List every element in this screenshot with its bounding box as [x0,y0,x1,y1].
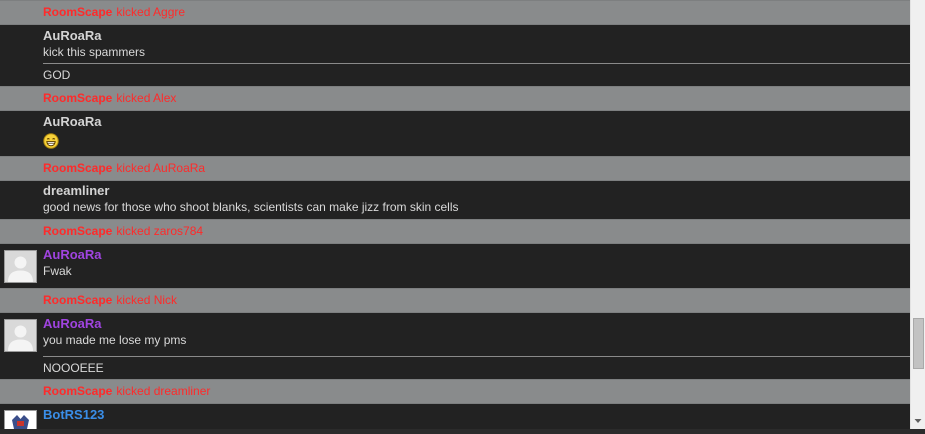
default-avatar[interactable] [4,319,37,352]
event-action: kicked AuRoaRa [116,161,206,175]
message-row: dreamliner good news for those who shoot… [0,181,910,219]
message-username[interactable]: AuRoaRa [43,316,910,332]
event-actor[interactable]: RoomScape [43,293,112,307]
event-actor[interactable]: RoomScape [43,161,112,175]
event-action: kicked Alex [116,91,177,105]
message-text: you made me lose my pms [43,333,187,347]
message-row: AuRoaRa kick this spammers GOD [0,25,910,86]
scrollbar-thumb[interactable] [913,318,924,369]
kick-event-row: RoomScape kicked Nick [0,288,910,313]
message-text: kick this spammers [43,45,146,59]
event-actor[interactable]: RoomScape [43,91,112,105]
message-row: AuRoaRa [0,111,910,156]
message-text: Fwak [43,264,72,278]
message-username[interactable]: dreamliner [43,183,910,199]
message-username[interactable]: AuRoaRa [43,247,910,263]
message-text: good news for those who shoot blanks, sc… [43,200,459,214]
bot-avatar[interactable] [4,410,37,429]
kick-event-row: RoomScape kicked dreamliner [0,379,910,404]
chat-log[interactable]: RoomScape kicked Aggre AuRoaRa kick this … [0,0,910,429]
message-username[interactable]: AuRoaRa [43,28,910,44]
event-action: kicked zaros784 [116,224,204,238]
event-action: kicked dreamliner [116,384,211,398]
default-avatar[interactable] [4,250,37,283]
event-actor[interactable]: RoomScape [43,384,112,398]
kick-event-row: RoomScape kicked zaros784 [0,219,910,244]
event-action: kicked Aggre [116,5,186,19]
message-username[interactable]: BotRS123 [43,407,910,423]
chat-scrollbar[interactable] [910,0,925,429]
message-username[interactable]: AuRoaRa [43,114,910,130]
kick-event-row: RoomScape kicked Alex [0,86,910,111]
message-row: AuRoaRa Fwak [0,244,910,288]
message-text: GOD [43,68,71,82]
message-row: BotRS123 [0,404,910,429]
message-row: AuRoaRa you made me lose my pms NOOOEEE [0,313,910,379]
kick-event-row: RoomScape kicked AuRoaRa [0,156,910,181]
scroll-down-arrow-icon[interactable] [911,413,925,429]
message-text: NOOOEEE [43,361,104,375]
event-actor[interactable]: RoomScape [43,224,112,238]
kick-event-row: RoomScape kicked Aggre [0,0,910,25]
event-actor[interactable]: RoomScape [43,5,112,19]
grinning-face-emoji [43,133,59,154]
event-action: kicked Nick [116,293,178,307]
